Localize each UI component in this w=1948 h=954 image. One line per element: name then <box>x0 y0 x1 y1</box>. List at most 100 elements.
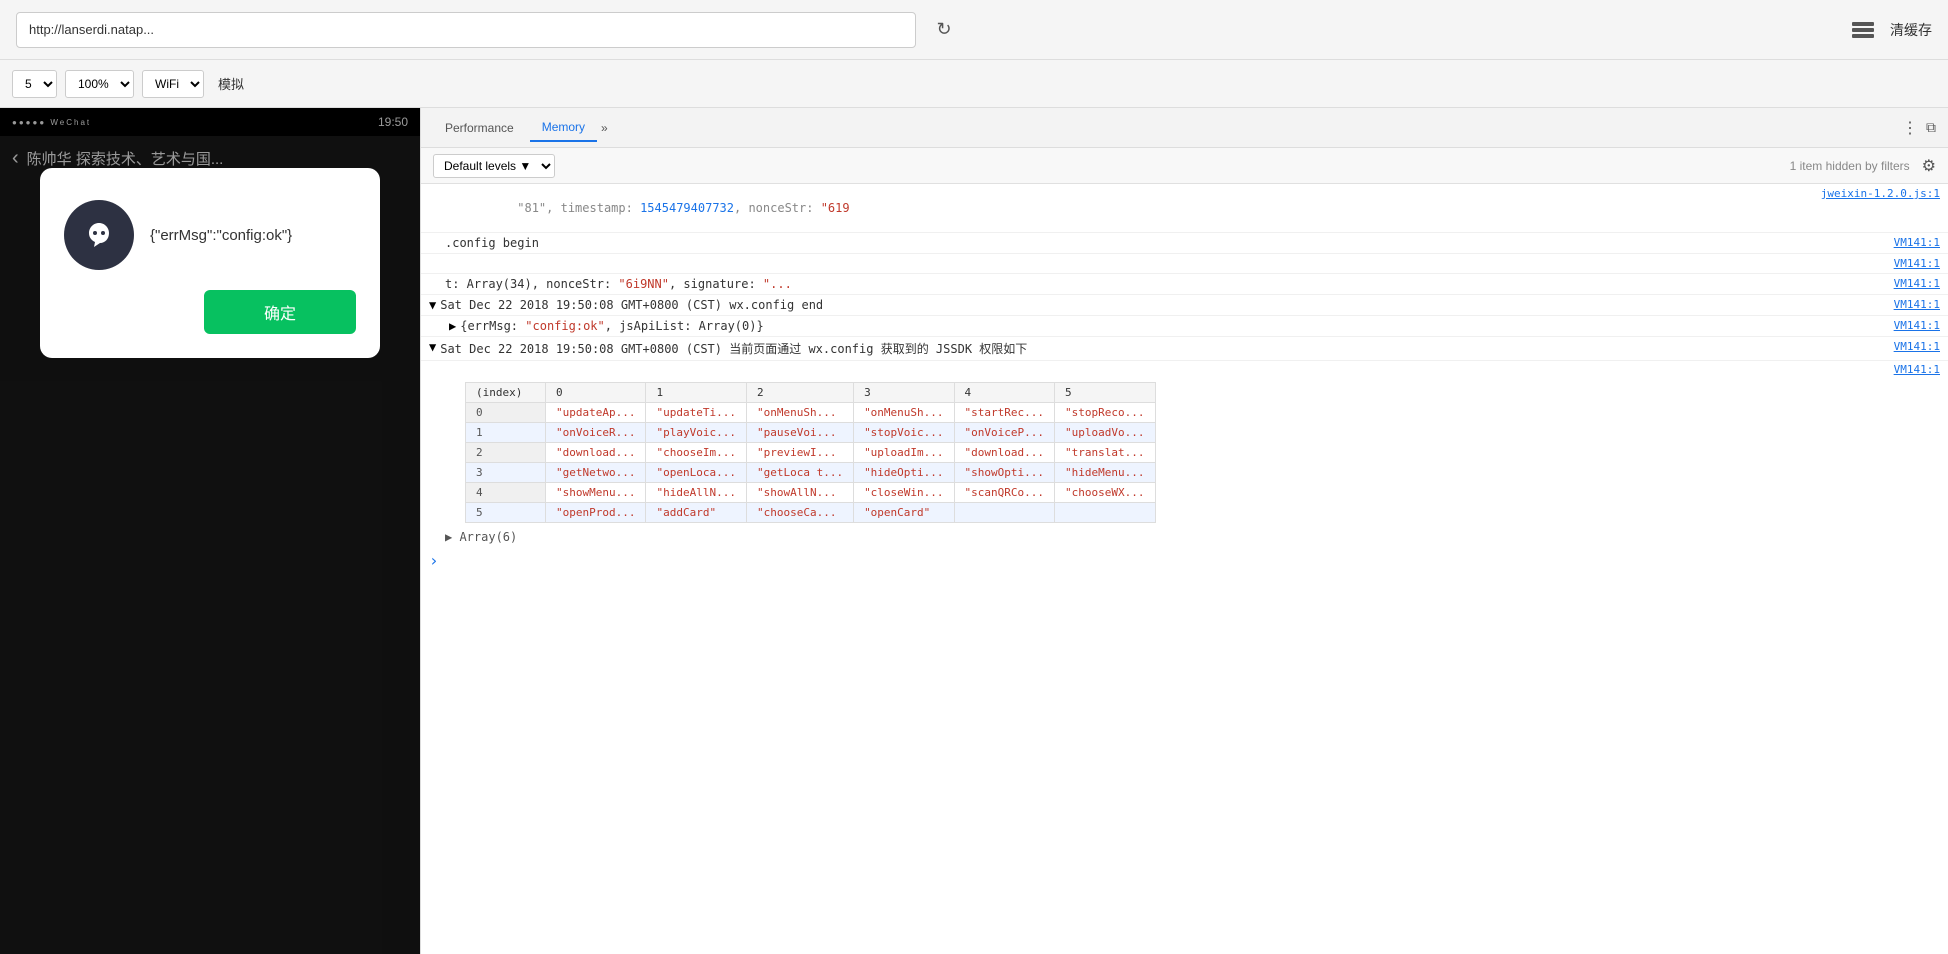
top-right-actions: 清缓存 <box>1852 20 1932 40</box>
zoom-select[interactable]: 100% <box>65 70 134 98</box>
console-text: "81", timestamp: <box>517 201 640 215</box>
network-select[interactable]: WiFi <box>142 70 204 98</box>
console-source-vm141-1[interactable]: VM141:1 <box>1894 236 1940 249</box>
console-string: "619 <box>821 201 850 215</box>
console-line-config-end: ▼ Sat Dec 22 2018 19:50:08 GMT+0800 (CST… <box>421 295 1948 316</box>
table-row-index: 2 <box>466 443 546 463</box>
table-row-index: 1 <box>466 423 546 443</box>
table-cell <box>1055 503 1155 523</box>
table-cell <box>954 503 1054 523</box>
tab-performance[interactable]: Performance <box>433 115 526 141</box>
table-cell: "startRec... <box>954 403 1054 423</box>
table-cell: "getLoca t... <box>746 463 853 483</box>
clear-cache-button[interactable]: 清缓存 <box>1890 20 1932 40</box>
modal-header: {"errMsg":"config:ok"} <box>64 200 356 270</box>
filter-settings-icon[interactable]: ⚙ <box>1922 156 1936 176</box>
console-table-wrapper: (index) 0 1 2 3 4 5 0"updateAp..."update… <box>421 382 1948 523</box>
modal-message: {"errMsg":"config:ok"} <box>150 227 356 244</box>
devtools-panel: Performance Memory » ⋮ ⧉ Default levels … <box>420 108 1948 954</box>
table-header-2: 2 <box>746 383 853 403</box>
address-bar: ↻ 清缓存 <box>0 0 1948 60</box>
table-cell: "previewI... <box>746 443 853 463</box>
table-header-3: 3 <box>854 383 954 403</box>
table-cell: "onMenuSh... <box>854 403 954 423</box>
reload-button[interactable]: ↻ <box>928 14 960 46</box>
main-content: ●●●●● WeChat 19:50 ‹ 陈帅华 探索技术、艺术与国... <box>0 108 1948 954</box>
array-fold[interactable]: ▶ Array(6) <box>421 527 1948 547</box>
table-cell: "getNetwo... <box>546 463 646 483</box>
console-source-vm141-6[interactable]: VM141:1 <box>1894 340 1940 353</box>
console-line: .config begin VM141:1 <box>421 233 1948 254</box>
arrow-down[interactable]: ▼ <box>429 298 436 312</box>
table-cell: "updateAp... <box>546 403 646 423</box>
arrow-down-2[interactable]: ▼ <box>429 340 436 354</box>
console-output: "81", timestamp: 1545479407732, nonceStr… <box>421 184 1948 954</box>
modal-confirm-button[interactable]: 确定 <box>204 290 356 334</box>
console-source-vm141-2[interactable]: VM141:1 <box>1894 257 1940 270</box>
table-cell: "showAllN... <box>746 483 853 503</box>
tab-more-button[interactable]: » <box>601 121 608 135</box>
console-line: VM141:1 <box>421 254 1948 274</box>
table-cell: "updateTi... <box>646 403 746 423</box>
simulate-label: 模拟 <box>212 74 250 93</box>
address-input[interactable] <box>16 12 916 48</box>
table-header-4: 4 <box>954 383 1054 403</box>
table-cell: "download... <box>954 443 1054 463</box>
table-cell: "playVoic... <box>646 423 746 443</box>
reload-icon: ↻ <box>936 19 951 40</box>
console-number: 1545479407732 <box>640 201 734 215</box>
console-source-jweixin[interactable]: jweixin-1.2.0.js:1 <box>1821 187 1940 200</box>
filter-level-select[interactable]: Default levels ▼ <box>433 154 555 178</box>
table-cell: "scanQRCo... <box>954 483 1054 503</box>
console-source-vm141-5[interactable]: VM141:1 <box>1894 319 1940 332</box>
table-row-index: 0 <box>466 403 546 423</box>
layers-button[interactable] <box>1852 22 1874 38</box>
table-cell: "addCard" <box>646 503 746 523</box>
mini-app-icon <box>64 200 134 270</box>
console-line-errmsg: ▶ {errMsg: "config:ok", jsApiList: Array… <box>421 316 1948 337</box>
devtools-dock-icon[interactable]: ⧉ <box>1926 119 1936 136</box>
table-header-0: 0 <box>546 383 646 403</box>
table-cell: "chooseCa... <box>746 503 853 523</box>
table-cell: "hideAllN... <box>646 483 746 503</box>
table-cell: "download... <box>546 443 646 463</box>
devtools-filter-bar: Default levels ▼ 1 item hidden by filter… <box>421 148 1948 184</box>
modal-overlay: {"errMsg":"config:ok"} 确定 <box>0 108 420 954</box>
table-cell: "onVoiceP... <box>954 423 1054 443</box>
table-cell: "closeWin... <box>854 483 954 503</box>
table-cell: "uploadVo... <box>1055 423 1155 443</box>
layers-icon-2 <box>1852 28 1874 32</box>
layers-icon-3 <box>1852 34 1874 38</box>
modal-dialog: {"errMsg":"config:ok"} 确定 <box>40 168 380 358</box>
table-cell: "hideOpti... <box>854 463 954 483</box>
mini-app-logo <box>79 215 119 255</box>
console-text2: , nonceStr: <box>734 201 821 215</box>
table-cell: "stopReco... <box>1055 403 1155 423</box>
console-source-vm141-standalone[interactable]: VM141:1 <box>1894 363 1940 376</box>
tab-memory[interactable]: Memory <box>530 114 597 142</box>
devtools-kebab-menu[interactable]: ⋮ <box>1902 118 1918 138</box>
table-cell: "translat... <box>1055 443 1155 463</box>
devtools-tabs: Performance Memory » ⋮ ⧉ <box>421 108 1948 148</box>
table-cell: "openCard" <box>854 503 954 523</box>
table-cell: "stopVoic... <box>854 423 954 443</box>
table-cell: "openProd... <box>546 503 646 523</box>
table-cell: "uploadIm... <box>854 443 954 463</box>
table-cell: "chooseIm... <box>646 443 746 463</box>
device-select[interactable]: 5 <box>12 70 57 98</box>
console-line: "81", timestamp: 1545479407732, nonceStr… <box>421 184 1948 233</box>
phone-panel: ●●●●● WeChat 19:50 ‹ 陈帅华 探索技术、艺术与国... <box>0 108 420 954</box>
arrow-right[interactable]: ▶ <box>449 319 456 333</box>
devtools-tab-actions: ⋮ ⧉ <box>1902 118 1936 138</box>
table-cell: "pauseVoi... <box>746 423 853 443</box>
table-cell: "onVoiceR... <box>546 423 646 443</box>
filter-hidden-count: 1 item hidden by filters <box>1790 159 1910 173</box>
table-header-5: 5 <box>1055 383 1155 403</box>
table-row-index: 4 <box>466 483 546 503</box>
table-row-index: 3 <box>466 463 546 483</box>
table-cell: "hideMenu... <box>1055 463 1155 483</box>
console-prompt[interactable]: › <box>421 547 1948 574</box>
console-source-vm141-4[interactable]: VM141:1 <box>1894 298 1940 311</box>
console-line-jssdk: ▼ Sat Dec 22 2018 19:50:08 GMT+0800 (CST… <box>421 337 1948 361</box>
console-source-vm141-3[interactable]: VM141:1 <box>1894 277 1940 290</box>
